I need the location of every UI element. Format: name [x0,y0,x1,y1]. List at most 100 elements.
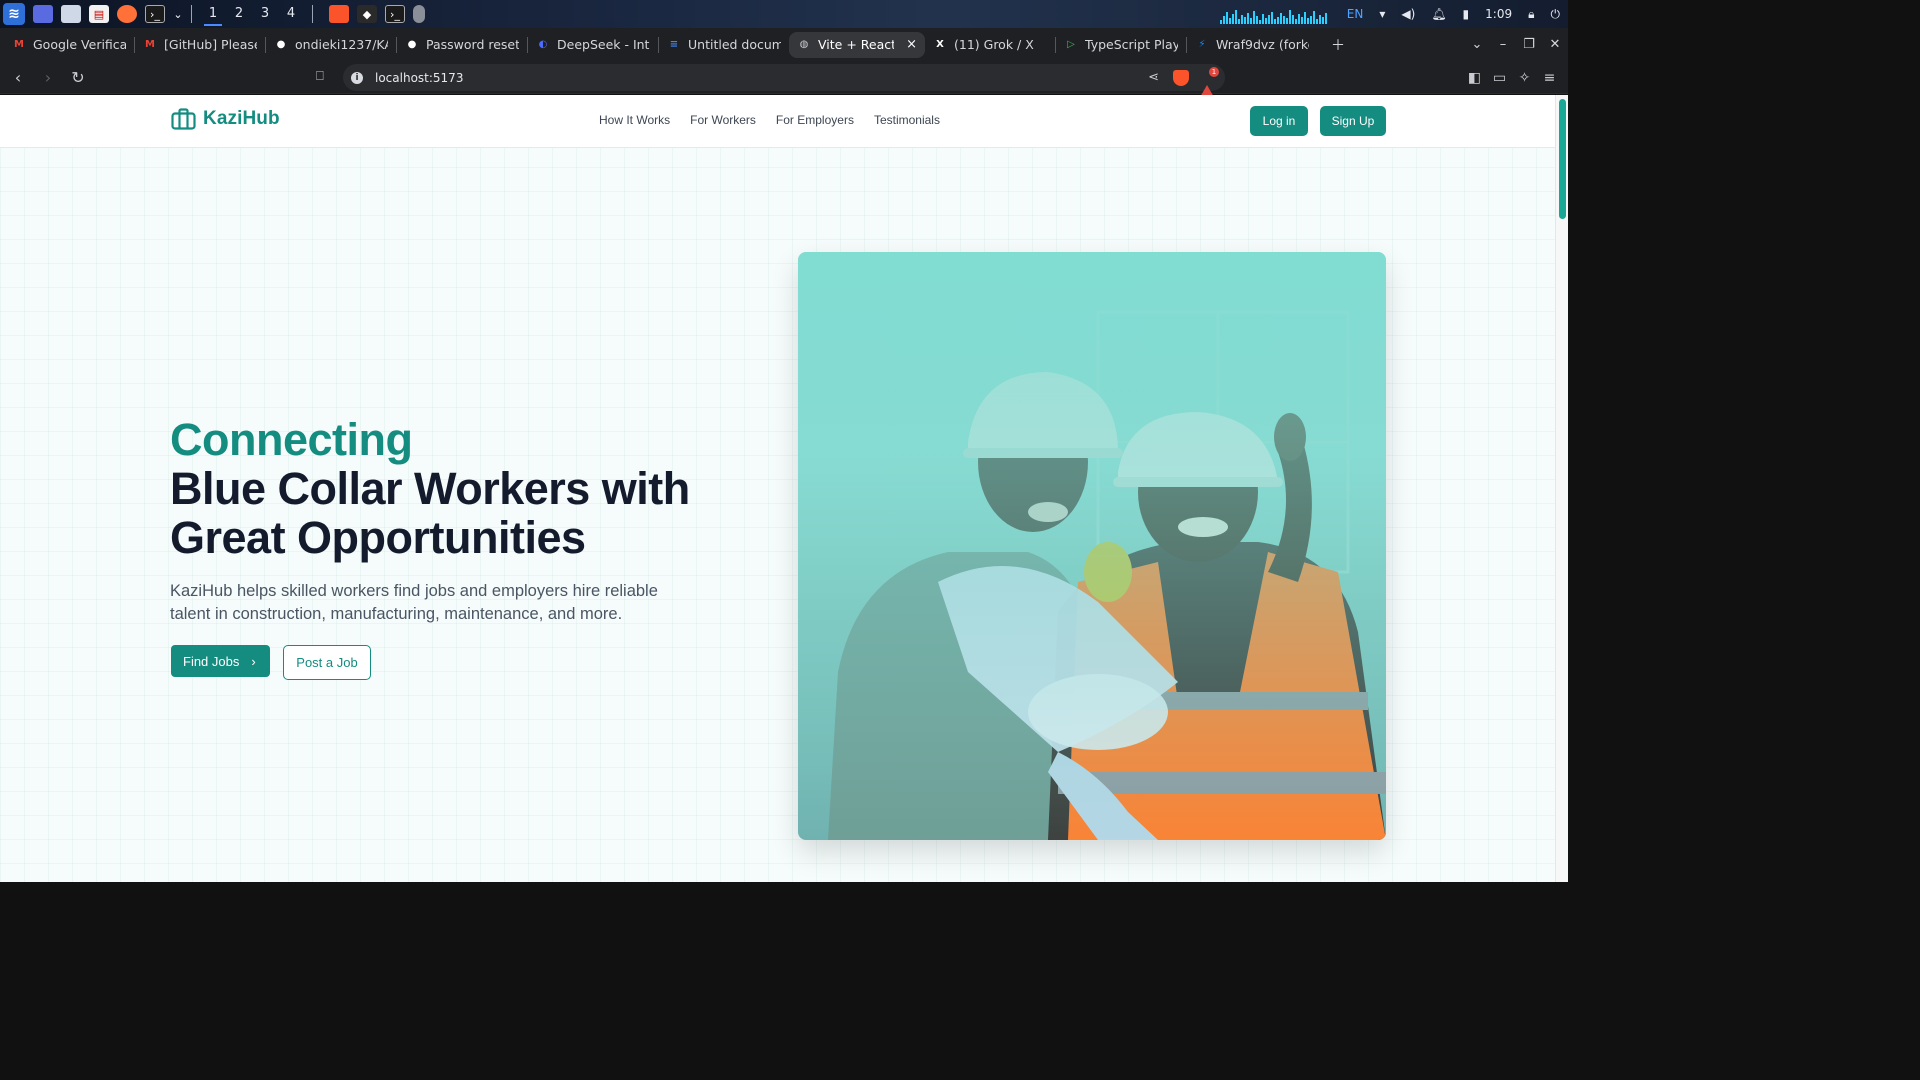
deepseek-icon: ◐ [538,39,548,50]
hero-image [798,252,1386,840]
nav-testimonials[interactable]: Testimonials [874,113,940,127]
file-manager-icon[interactable] [61,5,81,23]
restore-button[interactable]: ❐ [1516,37,1542,52]
mouse-icon[interactable] [413,5,425,23]
tab-title: ondieki1237/KAZI- [295,37,388,52]
workspace-4[interactable]: 4 [278,0,304,28]
browser-tab[interactable]: ≡ Untitled documen [659,32,789,58]
visualizer-bar [1294,19,1297,24]
firefox-icon[interactable] [117,5,137,23]
globe-icon: ◍ [799,39,809,50]
scrollbar-thumb[interactable] [1559,99,1566,219]
leo-ai-icon[interactable]: ✧ [1512,70,1537,86]
login-button[interactable]: Log in [1250,106,1308,136]
google-docs-icon: ≡ [669,39,679,50]
visualizer-bar [1231,14,1234,24]
visualizer-bar [1270,12,1273,24]
tab-title: TypeScript Playgro [1085,37,1178,52]
browser-tab[interactable]: M [GitHub] Please re [135,32,265,58]
visualizer-bar [1324,13,1327,24]
share-icon[interactable]: ⋖ [1148,70,1159,85]
browser-tab[interactable]: ◐ DeepSeek - Into th [528,32,658,58]
workspace-2[interactable]: 2 [226,0,252,28]
visualizer-bar [1237,19,1240,24]
forward-button[interactable]: › [36,68,60,87]
document-viewer-icon[interactable]: ▤ [89,5,109,23]
page-scrollbar[interactable] [1555,95,1568,882]
tab-list-chevron-icon[interactable]: ⌄ [1464,37,1490,52]
tab-title: (11) Grok / X [954,37,1034,52]
site-info-icon[interactable]: i [351,71,363,84]
brave-shields-icon[interactable] [1173,69,1189,86]
visualizer-bar [1246,13,1249,24]
new-tab-button[interactable]: ＋ [1331,35,1345,55]
language-indicator[interactable]: EN [1347,7,1364,21]
minimize-button[interactable]: – [1490,37,1516,52]
terminal-icon[interactable]: ›_ [385,5,405,23]
x-icon: X [936,39,944,50]
browser-tab[interactable]: ▷ TypeScript Playgro [1056,32,1186,58]
visualizer-bar [1252,11,1255,24]
visualizer-bar [1318,15,1321,24]
visualizer-bar [1306,18,1309,24]
os-top-bar: ≋ ▤ ›_ ⌄ 1 2 3 4 ◆ ›_ EN ▾ ◀) 🔔︎ ▮ 1:09 … [0,0,1568,28]
visualizer-bar [1309,16,1312,24]
browser-toolbar: ‹ › ↻ ⎕ i localhost:5173 ⋖ 1 ◧ ▭ ✧ ≡ [0,61,1568,99]
nav-for-workers[interactable]: For Workers [690,113,756,127]
power-icon[interactable]: ⏻ [1551,7,1561,22]
wifi-icon[interactable]: ▾ [1379,7,1385,21]
audio-visualizer [1219,4,1327,24]
workspace-3[interactable]: 3 [252,0,278,28]
visualizer-bar [1315,19,1318,24]
close-window-button[interactable]: ✕ [1542,37,1568,52]
brand-logo[interactable]: KaziHub [171,108,280,130]
system-tray: EN ▾ ◀) 🔔︎ ▮ 1:09 🔒︎ ⏻ [1219,0,1568,28]
signup-button[interactable]: Sign Up [1320,106,1386,136]
notification-bell-icon[interactable]: 🔔︎ [1431,7,1446,21]
volume-icon[interactable]: ◀) [1401,7,1415,21]
brand-name: KaziHub [203,108,280,129]
post-job-button[interactable]: Post a Job [283,645,371,680]
browser-tab[interactable]: ◍ Vite + React + × [789,31,925,58]
url-text[interactable]: localhost:5173 [375,71,463,85]
workers-illustration [798,252,1386,840]
window-icon[interactable]: ◆ [357,5,377,23]
workspace-1[interactable]: 1 [200,0,226,28]
find-jobs-button[interactable]: Find Jobs › [171,645,270,677]
bookmark-icon[interactable]: ⎕ [316,69,324,84]
visualizer-bar [1228,18,1231,24]
hero-title-line-2: Blue Collar Workers with [170,463,690,514]
close-tab-icon[interactable]: × [906,37,917,52]
brave-rewards-icon[interactable]: 1 [1199,66,1219,99]
sidebar-toggle-icon[interactable]: ◧ [1462,70,1487,86]
desktop-icon[interactable] [33,5,53,23]
divider [191,5,192,23]
menu-icon[interactable]: ≡ [1537,70,1562,86]
gmail-icon: M [14,39,24,50]
visualizer-bar [1303,12,1306,24]
browser-tab[interactable]: X (11) Grok / X [925,32,1055,58]
chevron-down-icon[interactable]: ⌄ [173,5,183,23]
nav-for-employers[interactable]: For Employers [776,113,854,127]
wallet-icon[interactable]: ▭ [1487,70,1512,86]
brave-icon[interactable] [329,5,349,23]
terminal-icon[interactable]: ›_ [145,5,165,23]
app-launcher-icon[interactable]: ≋ [3,3,25,25]
browser-tab[interactable]: M Google Verificatio [4,32,134,58]
browser-tab-strip: M Google Verificatio M [GitHub] Please re ● o… [0,28,1568,61]
lock-icon[interactable]: 🔒︎ [1528,7,1534,22]
address-bar[interactable]: i localhost:5173 ⋖ 1 [343,64,1225,99]
reload-button[interactable]: ↻ [66,68,90,87]
browser-tab[interactable]: ● ondieki1237/KAZI- [266,32,396,58]
back-button[interactable]: ‹ [6,68,30,87]
visualizer-bar [1288,10,1291,24]
nav-how-it-works[interactable]: How It Works [599,113,670,127]
browser-tab[interactable]: ⚡ Wraf9dvz (forked) [1187,32,1317,58]
tab-title: Google Verificatio [33,37,126,52]
hero-subtitle: KaziHub helps skilled workers find jobs … [170,582,658,623]
clock[interactable]: 1:09 [1485,7,1512,21]
battery-icon[interactable]: ▮ [1463,7,1470,21]
browser-tab[interactable]: ● Password reset se [397,32,527,58]
visualizer-bar [1285,18,1288,24]
hero-title-line-3: Great Opportunities [170,512,586,563]
